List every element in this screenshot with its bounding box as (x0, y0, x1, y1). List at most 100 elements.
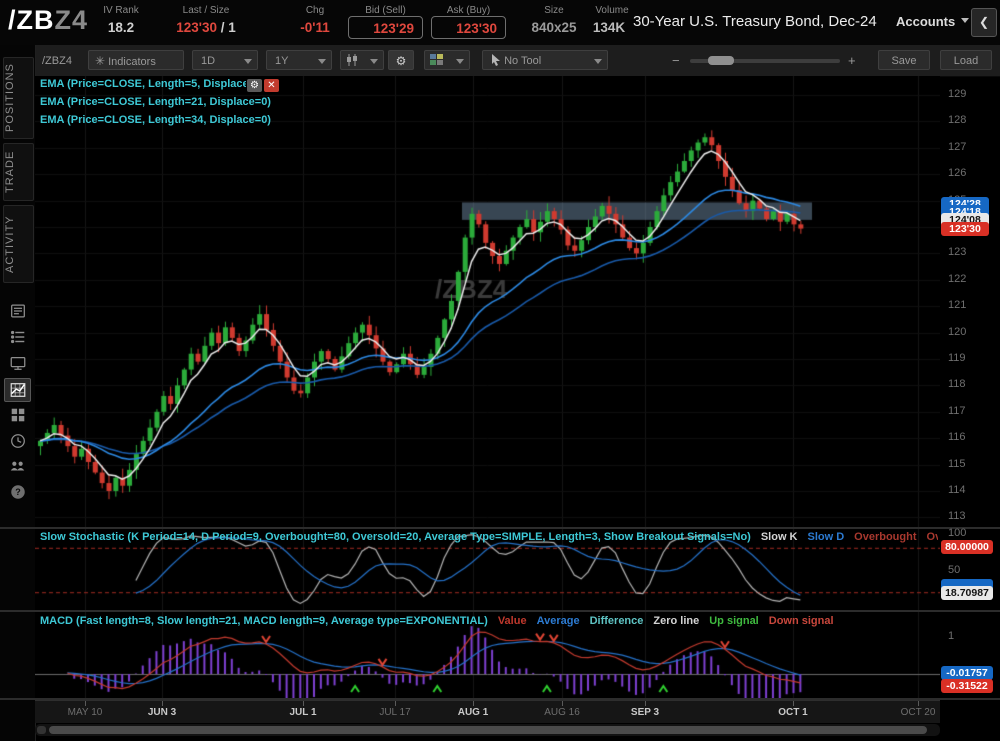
size-value: 840x25 (520, 20, 588, 35)
indicators-label: Indicators (108, 56, 156, 68)
size-label: Size (520, 5, 588, 16)
chg-value: -0'11 (285, 20, 345, 35)
chevron-down-icon (244, 59, 252, 68)
zoom-in-button[interactable]: + (848, 53, 856, 68)
gear-icon: ⚙ (396, 54, 407, 68)
stochastic-title-row: Slow Stochastic (K Period=14, D Period=9… (40, 531, 938, 543)
price-axis[interactable]: 1291281271261251241231221211201191181171… (941, 76, 1000, 527)
time-axis-label: SEP 3 (631, 707, 659, 718)
chevron-down-icon (961, 18, 969, 27)
price-axis-label: 129 (948, 88, 966, 100)
time-axis-label: JUL 1 (289, 707, 316, 718)
grid-icon[interactable] (5, 404, 30, 426)
price-axis-label: 123 (948, 246, 966, 258)
time-axis-label: JUL 17 (379, 707, 410, 718)
time-axis-label: MAY 10 (68, 707, 103, 718)
study-row: EMA (Price=CLOSE, Length=21, Displace=0) (40, 96, 300, 114)
candlestick-icon (345, 54, 359, 66)
study-row: EMA (Price=CLOSE, Length=5, Displace=0)⚙… (40, 78, 300, 96)
sidebar-tab-positions[interactable]: POSITIONS (3, 57, 34, 139)
stochastic-axis-label: 50 (948, 564, 960, 576)
scrollbar-thumb[interactable] (49, 726, 927, 734)
zoom-slider[interactable] (690, 59, 840, 63)
chevron-down-icon (594, 59, 602, 68)
study-label: EMA (Price=CLOSE, Length=34, Displace=0) (40, 114, 271, 126)
time-axis-label: OCT 1 (778, 707, 807, 718)
study-settings-gear-icon[interactable]: ⚙ (247, 79, 262, 92)
accounts-dropdown[interactable]: Accounts (896, 14, 969, 29)
time-axis-tick (645, 701, 646, 706)
last-price: 123'30 (176, 20, 217, 35)
drawing-tool-dropdown[interactable]: No Tool (482, 50, 608, 70)
symbol-root: /ZB (8, 5, 55, 35)
legend-item[interactable]: Oversold (927, 531, 938, 543)
watchlist-icon[interactable] (5, 326, 30, 348)
trading-platform-window: /ZBZ4 IV Rank 18.2 Last / Size 123'30 / … (0, 0, 1000, 741)
zoom-slider-thumb[interactable] (708, 56, 734, 65)
legend-item[interactable]: Overbought (854, 531, 916, 543)
price-axis-label: 115 (948, 458, 966, 470)
price-axis-label: 113 (948, 510, 966, 522)
stochastic-title: Slow Stochastic (K Period=14, D Period=9… (40, 531, 751, 543)
time-axis-tick (162, 701, 163, 706)
time-axis-label: AUG 1 (458, 707, 489, 718)
legend-item[interactable]: Average (537, 615, 580, 627)
no-tool-label: No Tool (504, 55, 541, 67)
svg-text:?: ? (15, 487, 21, 497)
stochastic-badge: 80.00000 (941, 540, 993, 554)
macd-axis-label: 1 (948, 630, 954, 642)
macd-title: MACD (Fast length=8, Slow length=21, MAC… (40, 615, 488, 627)
legend-item[interactable]: Down signal (769, 615, 834, 627)
load-button[interactable]: Load (940, 50, 992, 70)
legend-item[interactable]: Slow D (808, 531, 845, 543)
price-axis-label: 119 (948, 352, 966, 364)
time-axis-tick (562, 701, 563, 706)
price-chart-canvas[interactable] (35, 76, 940, 527)
chart-type-dropdown[interactable] (340, 50, 384, 70)
last-size: / 1 (221, 20, 236, 35)
study-row: EMA (Price=CLOSE, Length=34, Displace=0) (40, 114, 300, 132)
ask-button[interactable]: 123'30 (431, 16, 506, 39)
price-axis-label: 121 (948, 299, 966, 311)
monitor-icon[interactable] (5, 352, 30, 374)
range-value: 1Y (275, 55, 288, 67)
chart-icon[interactable] (4, 378, 31, 402)
sidebar-tab-trade[interactable]: TRADE (3, 143, 34, 201)
volume-label: Volume (592, 5, 632, 16)
toolbar-symbol: /ZBZ4 (42, 55, 72, 67)
layout-grid-icon (430, 54, 443, 66)
range-dropdown[interactable]: 1Y (266, 50, 332, 70)
horizontal-scrollbar[interactable] (35, 724, 940, 736)
macd-axis[interactable]: 1-0.01757-0.31522 (941, 612, 1000, 698)
history-icon[interactable] (5, 430, 30, 452)
chevron-down-icon (370, 59, 378, 68)
instrument-description: 30-Year U.S. Treasury Bond, Dec-24 (633, 13, 877, 30)
scrollbar-left-stub[interactable] (37, 726, 46, 734)
stochastic-axis[interactable]: 1005080.0000018.70987 (941, 529, 1000, 610)
iv-rank-value: 18.2 (90, 20, 152, 35)
news-icon[interactable] (5, 300, 30, 322)
social-icon[interactable] (5, 455, 30, 477)
legend-item[interactable]: Value (498, 615, 527, 627)
stochastic-badge: 18.70987 (941, 586, 993, 600)
collapse-panel-button[interactable]: ❮ (971, 8, 997, 37)
legend-item[interactable]: Difference (590, 615, 644, 627)
zoom-out-button[interactable]: − (672, 53, 680, 68)
legend-item[interactable]: Up signal (709, 615, 759, 627)
sidebar-tab-activity[interactable]: ACTIVITY (3, 205, 34, 283)
indicators-button[interactable]: ✳ Indicators (88, 50, 184, 70)
time-axis-tick (473, 701, 474, 706)
accounts-label: Accounts (896, 14, 955, 29)
study-remove-icon[interactable]: ✕ (264, 79, 279, 92)
legend-item[interactable]: Slow K (761, 531, 798, 543)
legend-item[interactable]: Zero line (653, 615, 699, 627)
save-button[interactable]: Save (878, 50, 930, 70)
timeframe-dropdown[interactable]: 1D (192, 50, 258, 70)
layout-dropdown[interactable] (424, 50, 470, 70)
bid-button[interactable]: 123'29 (348, 16, 423, 39)
time-axis[interactable]: MAY 10JUN 3JUL 1JUL 17AUG 1AUG 16SEP 3OC… (35, 700, 940, 723)
stochastic-legend: Slow KSlow DOverboughtOversoldUp Signal (751, 531, 938, 543)
time-axis-tick (303, 701, 304, 706)
chart-settings-button[interactable]: ⚙ (388, 50, 414, 70)
help-icon[interactable]: ? (5, 481, 30, 503)
